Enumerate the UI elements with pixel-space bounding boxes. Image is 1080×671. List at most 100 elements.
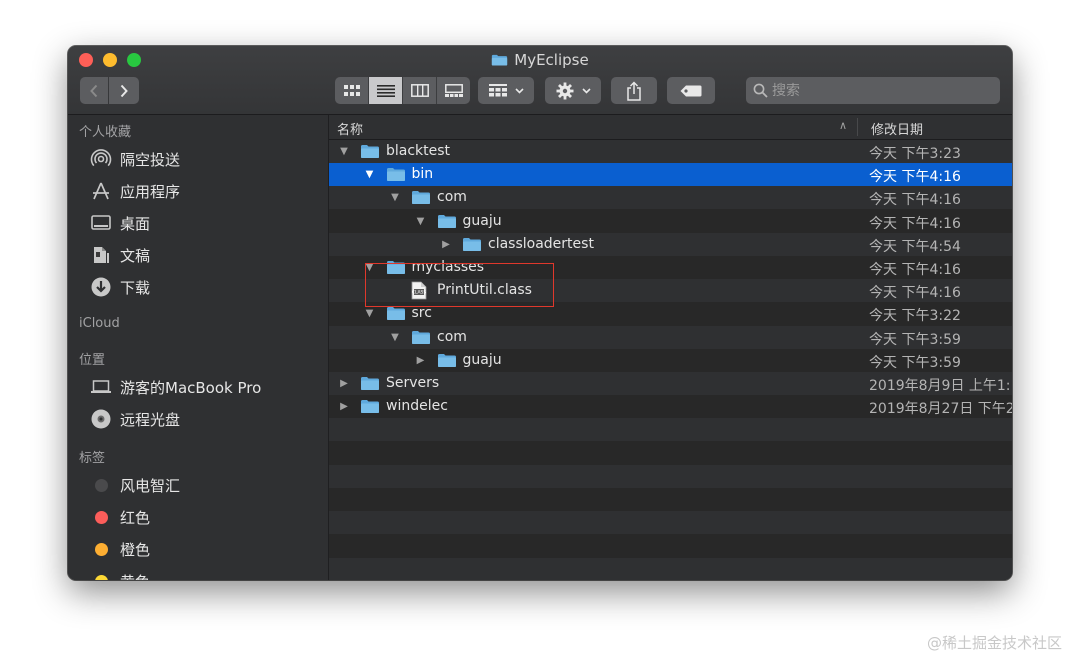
gear-icon [556, 82, 573, 99]
sidebar-item-label: 游客的MacBook Pro [120, 378, 262, 397]
laptop-icon [90, 376, 112, 398]
empty-row [329, 488, 1012, 511]
file-list: 名称 ∧ 修改日期 ▼ blacktest 今天 下午3:23 ▼ bin 今天 下午4:… [329, 115, 1012, 580]
icon-view-button[interactable] [335, 77, 369, 104]
column-name-header[interactable]: 名称 [337, 119, 363, 138]
window-title-text: MyEclipse [514, 51, 589, 69]
folder-icon [360, 376, 380, 391]
sidebar-item-remote-disc[interactable]: 远程光盘 [90, 406, 180, 432]
sidebar-item-downloads[interactable]: 下载 [90, 274, 150, 300]
sort-ascending-icon[interactable]: ∧ [839, 119, 847, 132]
sidebar-item-documents[interactable]: 文稿 [90, 242, 150, 268]
disclosure-collapsed-icon[interactable]: ▶ [439, 233, 453, 256]
table-row[interactable]: ▼ com 今天 下午4:16 [329, 186, 1012, 210]
desktop-icon [90, 212, 112, 234]
search-input[interactable] [772, 77, 992, 104]
finder-window: MyEclipse 搜索 个人收藏 隔空投送 应用程序 桌面 文稿 下载 iCl… [68, 46, 1012, 580]
column-date-header[interactable]: 修改日期 [871, 119, 923, 138]
window-title: MyEclipse [68, 50, 1012, 70]
disclosure-expanded-icon[interactable]: ▼ [388, 186, 402, 209]
group-grid-icon [488, 84, 507, 97]
column-header: 名称 ∧ 修改日期 [329, 115, 1012, 140]
action-menu-button[interactable] [545, 77, 601, 104]
folder-icon [462, 237, 482, 252]
disclosure-expanded-icon[interactable]: ▼ [363, 163, 377, 186]
file-name: guaju [462, 351, 502, 368]
airdrop-icon [90, 148, 112, 170]
list-view-button[interactable] [369, 77, 403, 104]
sidebar-item-label: 桌面 [120, 214, 151, 233]
sidebar-item-applications[interactable]: 应用程序 [90, 178, 180, 204]
folder-icon [411, 330, 431, 345]
sidebar-item-tag[interactable]: 风电智汇 [90, 472, 180, 498]
gallery-icon [444, 84, 463, 97]
folder-icon [386, 306, 406, 321]
table-row[interactable]: ▶ classloadertest 今天 下午4:54 [329, 232, 1012, 256]
tags-header: 标签 [79, 451, 106, 466]
table-row[interactable]: ▼ guaju 今天 下午4:16 [329, 210, 1012, 233]
chevron-right-icon [120, 84, 128, 97]
table-row[interactable]: ▼ blacktest 今天 下午3:23 [329, 140, 1012, 163]
chevron-down-icon [514, 87, 524, 94]
disclosure-collapsed-icon[interactable]: ▶ [337, 372, 351, 395]
table-row[interactable]: ▶ windelec 2019年8月27日 下午2 [329, 395, 1012, 418]
gallery-view-button[interactable] [437, 77, 470, 104]
sidebar-item-tag[interactable]: 红色 [90, 504, 150, 530]
view-mode-control [335, 77, 470, 104]
file-date: 今天 下午4:54 [869, 238, 961, 255]
icloud-header: iCloud [79, 316, 120, 331]
file-date: 今天 下午4:16 [869, 169, 961, 186]
columns-icon [410, 84, 429, 97]
list-icon [376, 84, 395, 97]
sidebar-item-label: 黄色 [120, 571, 150, 581]
forward-button[interactable] [109, 77, 139, 104]
file-date: 今天 下午3:59 [869, 331, 961, 348]
file-date: 2019年8月9日 上午1: [869, 378, 1011, 394]
group-by-button[interactable] [478, 77, 534, 104]
file-name: Servers [386, 375, 440, 391]
file-date: 2019年8月27日 下午2 [869, 401, 1012, 418]
disc-icon [90, 408, 112, 430]
disclosure-expanded-icon[interactable]: ▼ [414, 210, 428, 233]
empty-row [329, 464, 1012, 488]
column-view-button[interactable] [403, 77, 437, 104]
sidebar-item-tag[interactable]: 橙色 [90, 536, 150, 562]
table-row[interactable]: ▼ com 今天 下午3:59 [329, 325, 1012, 349]
back-button[interactable] [80, 77, 108, 104]
table-row[interactable]: ▼ bin 今天 下午4:16 [329, 163, 1012, 187]
disclosure-collapsed-icon[interactable]: ▶ [414, 349, 428, 372]
tags-button[interactable] [667, 77, 715, 104]
sidebar-item-label: 下载 [120, 278, 151, 297]
file-date: 今天 下午4:16 [869, 215, 961, 232]
chevron-left-icon [90, 84, 98, 97]
share-button[interactable] [611, 77, 657, 104]
documents-icon [90, 244, 112, 266]
sidebar-item-tag[interactable]: 黄色 [90, 568, 150, 580]
sidebar-item-airdrop[interactable]: 隔空投送 [90, 146, 180, 172]
sidebar-item-label: 红色 [120, 508, 151, 527]
sidebar-item-macbook[interactable]: 游客的MacBook Pro [90, 374, 261, 400]
disclosure-collapsed-icon[interactable]: ▶ [337, 395, 351, 418]
disclosure-expanded-icon[interactable]: ▼ [337, 140, 351, 163]
file-name: bin [411, 166, 434, 183]
sidebar-item-label: 文稿 [120, 246, 151, 265]
file-date: 今天 下午3:23 [869, 146, 961, 162]
disclosure-expanded-icon[interactable]: ▼ [388, 326, 402, 349]
watermark: @稀土掘金技术社区 [926, 634, 1062, 652]
tag-dot-icon [94, 478, 108, 492]
sidebar-item-label: 隔空投送 [120, 150, 181, 169]
file-name: classloadertest [488, 235, 594, 252]
folder-icon [411, 190, 431, 205]
sidebar-item-desktop[interactable]: 桌面 [90, 210, 150, 236]
downloads-icon [90, 276, 112, 298]
table-row[interactable]: ▶ Servers 2019年8月9日 上午1: [329, 372, 1012, 395]
share-icon [627, 80, 641, 101]
table-row[interactable]: ▶ guaju 今天 下午3:59 [329, 349, 1012, 372]
titlebar: MyEclipse [68, 46, 1012, 115]
tag-dot-icon [94, 510, 108, 524]
file-date: 今天 下午3:22 [869, 308, 961, 325]
grid-icon [343, 84, 360, 96]
search-field[interactable] [746, 77, 1000, 104]
file-name: guaju [462, 212, 502, 229]
applications-icon [90, 180, 112, 202]
